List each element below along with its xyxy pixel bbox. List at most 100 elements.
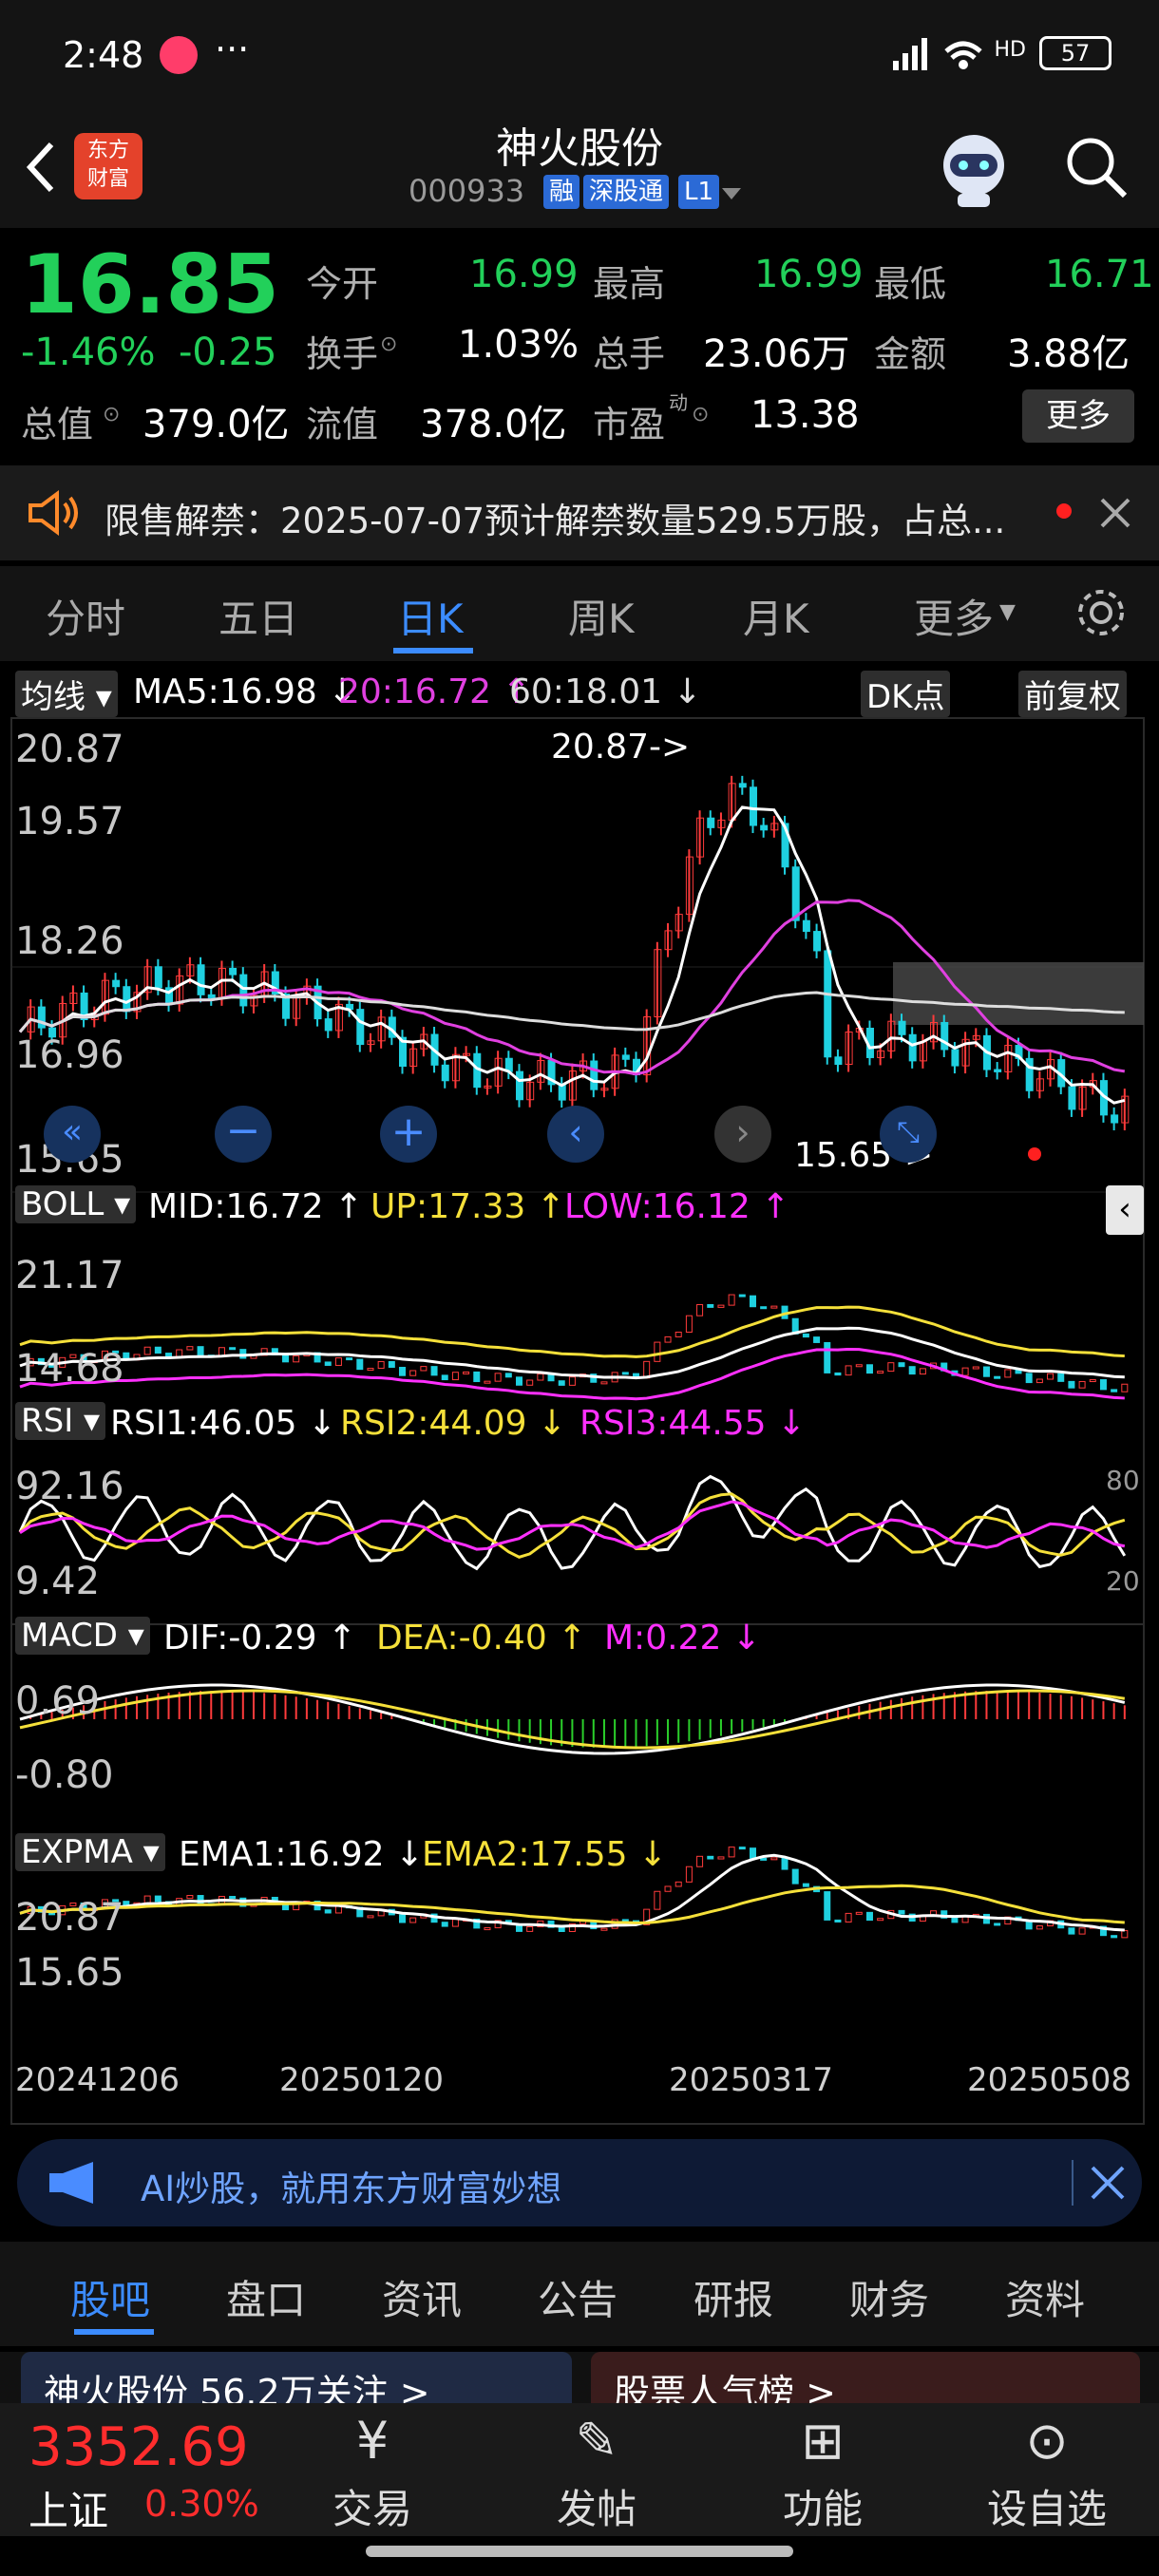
robot-assistant-icon[interactable] <box>931 125 1016 211</box>
boll-candle <box>1004 1369 1012 1378</box>
tab-monthly-k[interactable]: 月K <box>743 587 809 645</box>
forum-card[interactable]: 神火股份 56.2万关注 > <box>21 2352 572 2409</box>
tab-financials[interactable]: 财务 <box>849 2268 929 2326</box>
candle <box>707 817 715 828</box>
boll-candle <box>409 1370 417 1376</box>
tab-research[interactable]: 研报 <box>694 2268 773 2326</box>
add-watchlist-button[interactable]: ⊙ 设自选 <box>971 2411 1123 2535</box>
boll-tick: 21.17 <box>15 1254 124 1297</box>
boll-candle <box>621 1372 629 1375</box>
boll-candle <box>334 1357 342 1366</box>
status-time: 2:48 <box>63 34 144 76</box>
info-icon[interactable]: ⊙ <box>103 403 120 426</box>
tab-news[interactable]: 资讯 <box>382 2268 462 2326</box>
tab-daily-k[interactable]: 日K <box>397 587 464 645</box>
max-price-label: 20.87-> <box>551 728 691 767</box>
rsi2: RSI2:44.09 ↓ <box>340 1404 567 1443</box>
boll-chip[interactable]: BOLL ▾ <box>15 1185 137 1223</box>
boll-candle <box>186 1346 194 1351</box>
boll-candle <box>685 1315 693 1333</box>
macd-tick: 0.69 <box>15 1679 101 1723</box>
candle <box>760 824 769 831</box>
expma-candle <box>1036 1925 1043 1930</box>
settings-gear-icon[interactable] <box>1074 585 1129 640</box>
popularity-card[interactable]: 股票人气榜 > <box>591 2352 1140 2409</box>
scroll-left-button[interactable]: ‹ <box>547 1106 604 1163</box>
last-price: 16.85 <box>21 237 280 332</box>
expma-candle <box>409 1917 417 1923</box>
tab-profile[interactable]: 资料 <box>1005 2268 1085 2326</box>
expma-candle <box>845 1912 852 1923</box>
boll-candle <box>994 1375 1001 1379</box>
boll-candle <box>717 1304 725 1308</box>
popularity-card-text: 股票人气榜 > <box>614 2372 836 2409</box>
boll-candle <box>282 1354 290 1363</box>
candle <box>834 1056 843 1066</box>
tab-order-book[interactable]: 盘口 <box>226 2268 306 2326</box>
expand-button[interactable]: ⤡ <box>880 1106 937 1163</box>
boll-candle <box>972 1366 979 1370</box>
expma-candle <box>1078 1927 1086 1935</box>
close-icon[interactable] <box>1089 2164 1127 2202</box>
tab-five-day[interactable]: 五日 <box>218 587 298 645</box>
boll-candle <box>1089 1379 1096 1383</box>
boll-candle <box>865 1364 873 1374</box>
more-button[interactable]: 更多 <box>1022 389 1134 443</box>
expma-candle <box>685 1866 693 1883</box>
tab-more[interactable]: 更多 <box>914 587 994 645</box>
zoom-in-button[interactable]: + <box>380 1106 437 1163</box>
boll-candle <box>760 1306 768 1310</box>
tab-forum[interactable]: 股吧 <box>70 2268 150 2326</box>
index-value[interactable]: 3352.69 <box>28 2416 249 2478</box>
boll-candle <box>707 1303 714 1308</box>
close-icon[interactable] <box>1098 496 1132 530</box>
collapse-panel-button[interactable]: ‹ <box>1106 1185 1144 1235</box>
boll-mid: MID:16.72 ↑ <box>148 1187 364 1226</box>
zoom-out-button[interactable]: − <box>215 1106 272 1163</box>
boll-candle <box>399 1367 407 1376</box>
rsi3: RSI3:44.55 ↓ <box>580 1404 807 1443</box>
functions-button[interactable]: ⊞ 功能 <box>747 2411 899 2535</box>
tab-weekly-k[interactable]: 周K <box>568 587 635 645</box>
boll-candle <box>367 1368 374 1372</box>
expma-candle <box>824 1891 831 1921</box>
expma-candle <box>760 1857 768 1861</box>
ai-banner[interactable]: AI炒股，就用东方财富妙想 <box>17 2139 1142 2226</box>
candle <box>123 986 131 1013</box>
info-icon[interactable]: ⊙ <box>380 332 397 356</box>
post-button[interactable]: ✎ 发帖 <box>521 2411 673 2535</box>
turnover-value: 1.03% <box>458 323 580 367</box>
home-indicator <box>366 2546 793 2557</box>
chevron-down-icon[interactable] <box>720 186 743 201</box>
expma-candle <box>749 1847 756 1859</box>
rsi-chip[interactable]: RSI ▾ <box>15 1402 106 1440</box>
info-icon[interactable]: ⊙ <box>692 403 709 426</box>
kline-chart[interactable]: 均线 ▾ MA5:16.98 ↓ 20:16.72 ↑ 60:18.01 ↓ D… <box>0 665 1159 2128</box>
trade-button[interactable]: ¥ 交易 <box>296 2411 448 2535</box>
tab-announcements[interactable]: 公告 <box>538 2268 618 2326</box>
search-icon[interactable] <box>1062 133 1130 201</box>
boll-candle <box>558 1380 565 1386</box>
scroll-right-button[interactable]: › <box>714 1106 771 1163</box>
macd-chip[interactable]: MACD ▾ <box>15 1617 150 1655</box>
boll-candle <box>516 1376 523 1386</box>
boll-candle <box>919 1368 926 1375</box>
tab-intraday[interactable]: 分时 <box>46 587 125 645</box>
expma-candle <box>951 1917 959 1923</box>
boll-candle <box>898 1362 905 1368</box>
expma-candle <box>558 1926 565 1932</box>
candle <box>951 1049 960 1067</box>
expma-candle <box>324 1909 332 1914</box>
notice-bar[interactable]: 限售解禁：2025-07-07预计解禁数量529.5万股，占总... <box>0 465 1159 560</box>
boll-candle <box>738 1294 746 1297</box>
boll-low: LOW:16.12 ↑ <box>564 1187 790 1226</box>
macd-m: M:0.22 ↓ <box>604 1619 761 1657</box>
macd-dea: DEA:-0.40 ↑ <box>376 1619 587 1657</box>
expma-candle <box>834 1919 842 1923</box>
boll-candle <box>1121 1383 1129 1392</box>
expma-chip[interactable]: EXPMA ▾ <box>15 1833 165 1871</box>
expma-candle <box>877 1918 884 1922</box>
price-tick: 16.96 <box>15 1033 124 1077</box>
boll-candle <box>430 1366 438 1376</box>
rewind-button[interactable]: « <box>44 1106 101 1163</box>
